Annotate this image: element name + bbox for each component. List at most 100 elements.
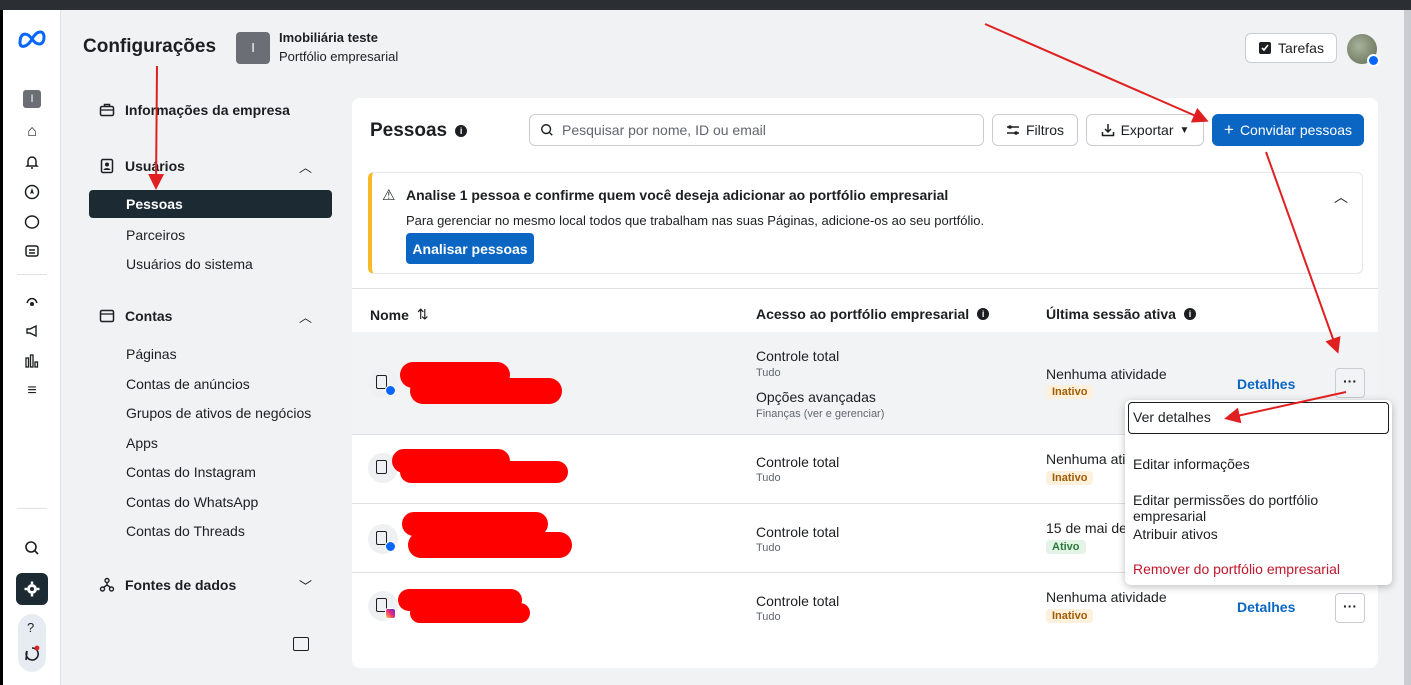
status-badge: Ativo [1046,540,1086,554]
menu-item-view-details[interactable]: Ver detalhes [1128,402,1389,434]
sidebar-users-label: Usuários [125,158,185,174]
settings-gear-icon[interactable] [16,573,48,605]
export-button[interactable]: Exportar ▼ [1086,114,1204,146]
search-input[interactable] [562,122,962,138]
tasks-button[interactable]: Tarefas [1245,33,1337,63]
top-strip [0,0,1411,10]
compass-icon[interactable] [22,182,42,202]
sidebar-data-sources-section[interactable]: Fontes de dados ﹀ [99,577,312,594]
user-icon [368,524,398,554]
chat-bubble-icon[interactable] [22,212,42,232]
sidebar-users-section[interactable]: Usuários ︿ [99,158,312,175]
search-box[interactable] [529,114,984,146]
sidebar-item-parceiros[interactable]: Parceiros [126,227,185,243]
pages-icon[interactable] [22,242,42,262]
status-badge: Inativo [1046,471,1094,485]
review-alert: ⚠ Analise 1 pessoa e confirme quem você … [368,172,1363,274]
access-level: Controle total [756,348,840,364]
accounts-icon [99,309,115,323]
facebook-badge-icon [1367,54,1380,67]
chevron-down-icon[interactable]: ﹀ [299,576,312,595]
download-icon [1101,124,1114,137]
status-badge: Inativo [1046,385,1094,399]
user-icon [368,368,398,398]
menu-icon[interactable]: ≡ [22,381,42,401]
sort-icon[interactable]: ⇅ [417,306,429,323]
menu-item-edit-info[interactable]: Editar informações [1133,456,1250,472]
sidebar-accounts-section[interactable]: Contas ︿ [99,308,312,325]
redacted-name [410,378,562,404]
ads-manager-icon[interactable] [22,291,42,311]
chevron-up-icon[interactable]: ︿ [299,307,312,326]
details-link[interactable]: Detalhes [1237,376,1295,392]
info-icon[interactable]: i [977,308,990,320]
feedback-icon[interactable] [24,645,40,663]
collapse-sidebar-icon[interactable] [293,637,309,651]
redacted-name [408,532,572,558]
bell-icon[interactable] [22,152,42,172]
user-icon [368,591,398,621]
last-session: Nenhuma ativ [1046,451,1133,467]
menu-item-remove[interactable]: Remover do portfólio empresarial [1133,561,1340,577]
advanced-options: Opções avançadas [756,389,876,405]
export-label: Exportar [1120,122,1174,138]
filters-label: Filtros [1025,122,1065,138]
menu-item-assign-assets[interactable]: Atribuir ativos [1133,526,1218,542]
tasks-icon [1259,42,1272,54]
megaphone-icon[interactable] [22,321,42,341]
sidebar-company-info[interactable]: Informações da empresa [99,102,290,118]
rail-divider [17,508,47,509]
redacted-name [410,603,530,623]
meta-logo-icon[interactable] [17,28,47,50]
more-options-button[interactable]: ··· [1335,368,1365,398]
column-header-session: Última sessão ativa i [1046,306,1196,322]
last-session: Nenhuma atividade [1046,589,1167,605]
insights-icon[interactable] [22,351,42,371]
column-header-access: Acesso ao portfólio empresarial i [756,306,990,322]
filters-button[interactable]: Filtros [992,114,1078,146]
review-people-button[interactable]: Analisar pessoas [406,233,534,264]
sidebar-item-whatsapp[interactable]: Contas do WhatsApp [126,494,258,510]
chevron-up-icon[interactable]: ︿ [299,157,312,176]
sidebar-item-system-users[interactable]: Usuários do sistema [126,256,253,272]
profile-avatar[interactable] [1347,34,1380,67]
sidebar-item-pages[interactable]: Páginas [126,346,177,362]
info-icon[interactable]: i [1183,308,1196,320]
account-avatar-icon[interactable]: I [23,90,41,108]
more-options-button[interactable]: ··· [1335,593,1365,623]
info-icon[interactable]: i [455,125,468,137]
menu-item-edit-permissions[interactable]: Editar permissões do portfólio empresari… [1133,492,1392,524]
help-question-icon[interactable]: ? [27,620,34,635]
window-scrollbar[interactable] [1404,10,1411,685]
business-name[interactable]: Imobiliária teste [279,30,378,45]
alert-title: Analise 1 pessoa e confirme quem você de… [406,187,949,203]
people-title-label: Pessoas [370,120,448,141]
divider [352,288,1378,289]
details-link[interactable]: Detalhes [1237,599,1295,615]
user-badge-icon [100,158,114,174]
home-icon[interactable]: ⌂ [22,122,42,142]
sidebar-item-threads[interactable]: Contas do Threads [126,523,245,539]
invite-people-button[interactable]: + Convidar pessoas [1212,114,1364,146]
access-level: Controle total [756,593,840,609]
sidebar-data-sources-label: Fontes de dados [125,577,237,593]
column-access-label: Acesso ao portfólio empresarial [756,306,970,322]
sidebar-item-apps[interactable]: Apps [126,435,158,451]
sidebar-item-instagram[interactable]: Contas do Instagram [126,464,256,480]
invite-people-label: Convidar pessoas [1239,122,1352,138]
access-level: Controle total [756,524,840,540]
chevron-up-icon[interactable]: ︿ [1334,187,1348,207]
page-title: Configurações [83,36,217,57]
sidebar-item-asset-groups[interactable]: Grupos de ativos de negócios [126,405,311,421]
advanced-options-scope: Finanças (ver e gerenciar) [756,408,885,420]
app-frame: I ⌂ ≡ ? Configurações I Imobiliária test… [3,10,1404,685]
column-header-name[interactable]: Nome ⇅ [370,306,429,323]
search-icon[interactable] [22,538,42,558]
icon-rail: I ⌂ ≡ ? [3,10,61,685]
plus-icon: + [1224,120,1234,139]
column-name-label: Nome [370,306,409,323]
data-sources-icon [99,577,115,592]
business-avatar[interactable]: I [236,32,270,64]
sidebar-item-pessoas[interactable]: Pessoas [89,190,332,218]
sidebar-item-ad-accounts[interactable]: Contas de anúncios [126,376,250,392]
